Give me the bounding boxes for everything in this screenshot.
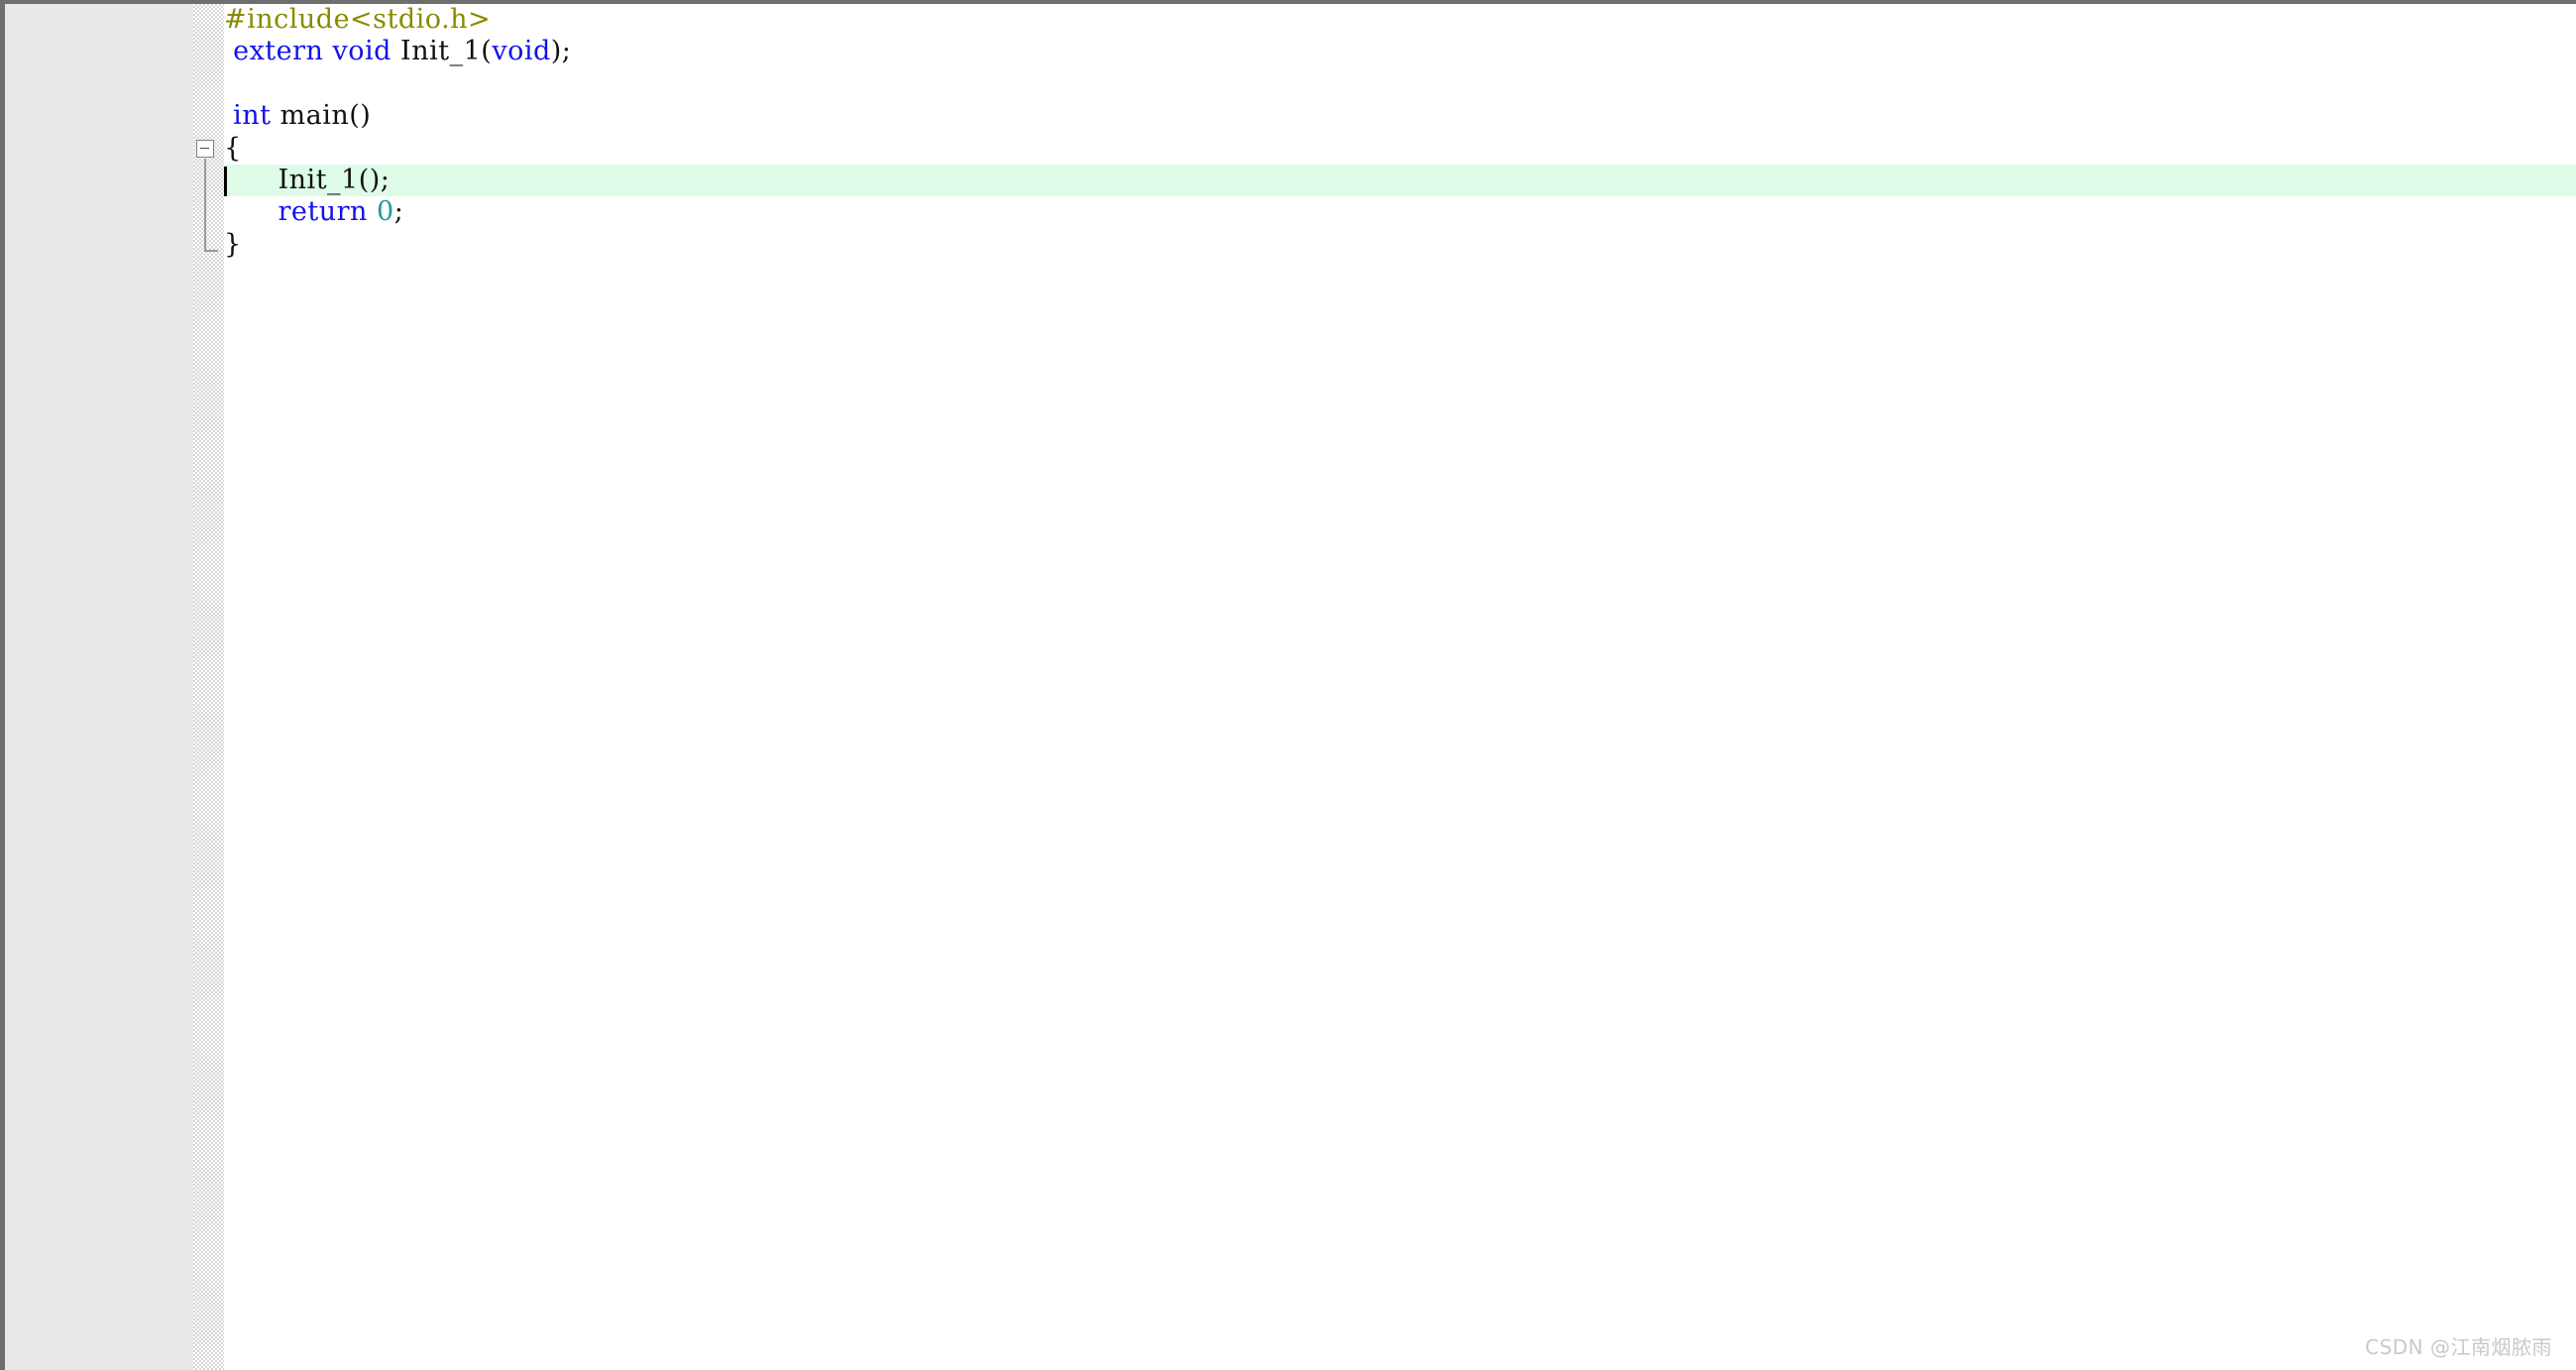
line-content[interactable]: #include<stdio.h> <box>224 4 491 36</box>
code-line[interactable]: 5{ <box>5 133 2576 165</box>
line-content[interactable]: int main() <box>224 100 371 132</box>
code-line[interactable]: 3 <box>5 68 2576 100</box>
fold-collapse-icon[interactable] <box>196 140 214 159</box>
fold-guide-line <box>204 158 206 251</box>
code-line[interactable]: 7 return 0; <box>5 196 2576 228</box>
code-line[interactable]: 2 extern void Init_1(void); <box>5 36 2576 67</box>
code-line[interactable]: 8} <box>5 229 2576 261</box>
token-preprocessor: #include<stdio.h> <box>224 4 492 35</box>
token-keyword: void <box>492 36 551 67</box>
code-editor[interactable]: 1#include<stdio.h>2 extern void Init_1(v… <box>0 0 2576 1370</box>
token-plain: { <box>224 132 242 164</box>
token-number: 0 <box>377 196 394 228</box>
editor-gutter[interactable] <box>5 4 193 1370</box>
line-content[interactable]: Init_1(); <box>224 165 390 196</box>
line-content[interactable]: { <box>224 133 242 165</box>
code-line[interactable]: 1#include<stdio.h> <box>5 4 2576 36</box>
token-keyword: int <box>233 100 272 132</box>
watermark: CSDN @江南烟脓雨 <box>2365 1335 2552 1359</box>
token-plain: Init_1( <box>391 36 493 67</box>
text-caret <box>224 167 227 196</box>
line-content[interactable]: return 0; <box>224 196 403 228</box>
token-plain: main() <box>271 100 372 132</box>
token-keyword: extern <box>233 36 324 67</box>
token-plain: ; <box>393 196 404 228</box>
token-plain: Init_1(); <box>278 164 391 195</box>
code-line[interactable]: 6 Init_1(); <box>5 164 2576 197</box>
token-keyword: void <box>332 36 392 67</box>
line-content[interactable]: } <box>224 229 242 261</box>
token-plain: } <box>224 228 242 260</box>
token-plain: ); <box>550 36 572 67</box>
token-keyword: return <box>278 196 368 228</box>
code-line[interactable]: 4 int main() <box>5 100 2576 132</box>
current-line-highlight <box>5 164 2576 197</box>
code-lines: 1#include<stdio.h>2 extern void Init_1(v… <box>5 4 2576 261</box>
fold-strip[interactable] <box>193 4 224 1370</box>
line-content[interactable]: extern void Init_1(void); <box>224 36 571 67</box>
fold-guide-end <box>204 250 218 252</box>
